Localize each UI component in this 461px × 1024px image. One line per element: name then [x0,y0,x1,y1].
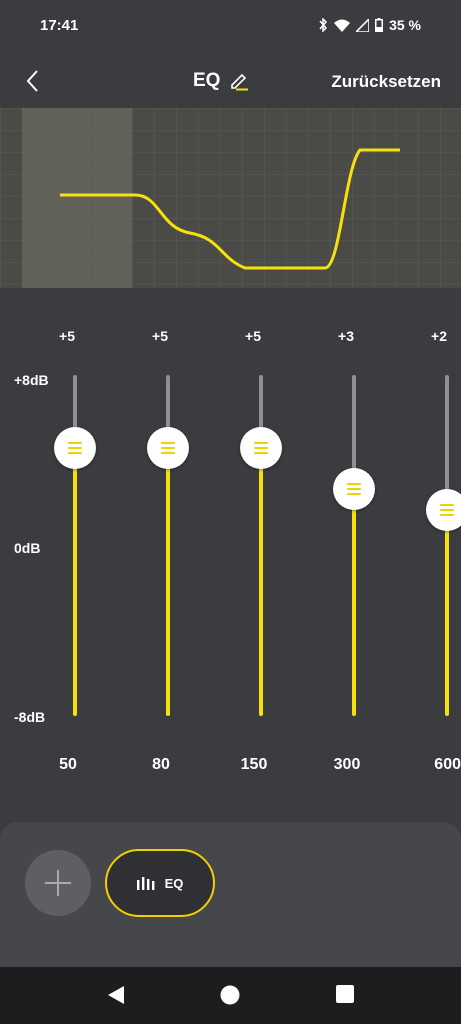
band-gain-label: +5 [152,328,168,344]
back-button[interactable] [18,66,48,96]
thumb-grip-line [68,442,82,445]
reset-button[interactable]: Zurücksetzen [331,72,441,92]
home-circle-icon[interactable] [220,985,240,1005]
band-frequency-label: 150 [240,756,268,773]
thumb-grip-line [68,447,82,450]
slider-track-fill [73,448,77,716]
slider-track-fill [445,509,449,716]
bluetooth-icon [319,18,328,32]
thumb-grip-line [440,513,454,516]
eq-curve-preview [0,108,461,288]
recents-square-icon[interactable] [336,985,354,1003]
band-gain-label: +5 [245,328,261,344]
thumb-grip-line [254,447,268,450]
eq-chip-label: EQ [164,875,184,891]
slider-track-fill [259,448,263,716]
band-gain-label: +2 [431,328,447,344]
slider-thumb[interactable] [333,468,375,511]
battery-text: 35 % [389,17,421,33]
thumb-grip-line [161,442,175,445]
band-frequency-label: 50 [59,756,77,773]
db-min-label: -8dB [14,709,46,725]
thumb-grip-line [347,493,361,496]
thumb-grip-line [347,488,361,491]
thumb-grip-line [440,503,454,506]
battery-icon [375,18,384,32]
cell-signal-icon [356,18,370,32]
wifi-icon [334,19,351,32]
title-group: EQ [193,70,250,92]
back-triangle-icon[interactable] [106,985,126,1005]
eq-curve-graph [0,108,461,288]
slider-track-fill [166,448,170,716]
band-gain-label: +5 [59,328,75,344]
thumb-grip-line [68,452,82,455]
slider-track-fill [352,489,356,716]
status-time: 17:41 [40,17,79,34]
eq-preset-chip[interactable]: EQ [105,849,215,917]
db-max-label: +8dB [14,372,49,388]
system-nav-bar [0,967,461,1024]
eq-sliders: +8dB 0dB -8dB +5 50 +5 80 +5 150 +3 300 +2 600 [0,290,461,810]
status-icons: 35 % [318,17,421,33]
status-bar: 17:41 35 % [0,0,461,52]
thumb-grip-line [440,508,454,511]
band-frequency-label: 600 [434,756,461,773]
thumb-grip-line [254,452,268,455]
slider-thumb[interactable] [54,427,96,470]
band-frequency-label: 300 [333,756,361,773]
slider-thumb[interactable] [147,427,189,470]
preset-panel: EQ [0,822,461,967]
plus-icon [45,870,71,896]
thumb-grip-line [161,452,175,455]
thumb-grip-line [254,442,268,445]
slider-thumb[interactable] [426,488,461,531]
band-frequency-label: 80 [152,756,170,773]
chevron-left-icon [26,70,38,92]
add-preset-button[interactable] [25,850,91,916]
db-mid-label: 0dB [14,540,41,556]
equalizer-bars-icon [136,877,154,890]
thumb-grip-line [347,483,361,486]
header: EQ Zurücksetzen [0,52,461,112]
page-title: EQ [193,70,221,91]
band-gain-label: +3 [338,328,354,344]
pencil-icon[interactable] [228,70,250,92]
thumb-grip-line [161,447,175,450]
slider-thumb[interactable] [240,427,282,470]
curve-highlight-region [22,108,132,288]
